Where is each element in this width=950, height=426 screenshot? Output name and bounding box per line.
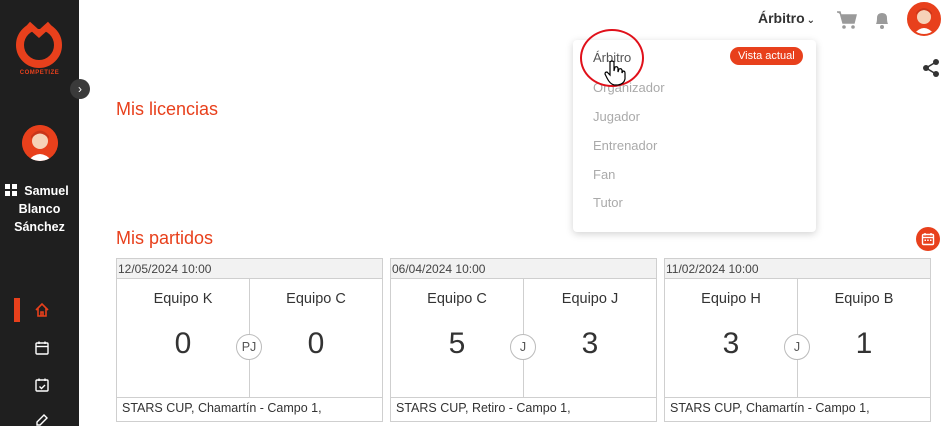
home-team: Equipo K <box>153 291 213 307</box>
role-option-entrenador[interactable]: Entrenador <box>593 138 657 153</box>
role-label: Árbitro <box>758 10 805 26</box>
calendar-view-button[interactable] <box>916 227 940 251</box>
user-name-line2: Blanco <box>18 202 61 216</box>
role-switcher[interactable]: Árbitro ⌄ <box>758 10 815 26</box>
user-avatar[interactable] <box>907 2 941 36</box>
hand-cursor-icon <box>604 60 626 86</box>
match-card[interactable]: 12/05/2024 10:00 Equipo K Equipo C 0 0 P… <box>116 258 383 422</box>
nav-calendar[interactable] <box>30 336 54 360</box>
calendar-icon <box>921 233 935 246</box>
match-date: 06/04/2024 10:00 <box>391 259 656 279</box>
home-score: 0 <box>174 327 192 360</box>
match-status-badge: J <box>784 334 810 360</box>
user-name: Samuel Blanco Sánchez <box>0 182 79 236</box>
match-venue: STARS CUP, Chamartín - Campo 1, <box>665 397 930 421</box>
away-team: Equipo J <box>561 291 619 307</box>
home-score: 5 <box>448 327 466 360</box>
away-score: 1 <box>855 327 873 360</box>
chevron-down-icon: ⌄ <box>806 15 816 26</box>
sidebar-expand-button[interactable]: › <box>70 79 90 99</box>
match-venue: STARS CUP, Retiro - Campo 1, <box>391 397 656 421</box>
share-icon[interactable] <box>921 58 941 78</box>
match-date: 12/05/2024 10:00 <box>117 259 382 279</box>
nav-home[interactable] <box>30 298 54 322</box>
match-status-badge: PJ <box>236 334 262 360</box>
bell-icon[interactable] <box>873 10 891 30</box>
away-score: 3 <box>581 327 599 360</box>
current-view-badge: Vista actual <box>730 47 803 65</box>
home-team: Equipo C <box>427 291 487 307</box>
match-venue: STARS CUP, Chamartín - Campo 1, <box>117 397 382 421</box>
grid-icon[interactable] <box>5 184 17 196</box>
sidebar-avatar[interactable] <box>22 125 58 161</box>
match-date: 11/02/2024 10:00 <box>665 259 930 279</box>
role-option-fan[interactable]: Fan <box>593 167 615 182</box>
home-team: Equipo H <box>701 291 761 307</box>
edit-icon <box>36 414 48 426</box>
cart-icon[interactable] <box>836 10 858 30</box>
role-option-tutor[interactable]: Tutor <box>593 195 623 210</box>
calendar-icon <box>35 341 49 355</box>
home-icon <box>35 302 49 317</box>
role-option-jugador[interactable]: Jugador <box>593 109 640 124</box>
nav-calendar-check[interactable] <box>30 373 54 397</box>
match-card[interactable]: 06/04/2024 10:00 Equipo C Equipo J 5 3 J… <box>390 258 657 422</box>
calendar-check-icon <box>35 378 49 392</box>
away-team: Equipo B <box>834 291 894 307</box>
user-name-line3: Sánchez <box>14 220 65 234</box>
matches-title: Mis partidos <box>116 228 214 248</box>
away-team: Equipo C <box>286 291 346 307</box>
match-card[interactable]: 11/02/2024 10:00 Equipo H Equipo B 3 1 J… <box>664 258 931 422</box>
logo-text: COMPETIZE <box>19 70 60 76</box>
sidebar: COMPETIZE › Samuel Blanco Sánchez <box>0 0 90 426</box>
licenses-title: Mis licencias <box>116 99 219 119</box>
home-score: 3 <box>722 327 740 360</box>
away-score: 0 <box>307 327 325 360</box>
nav-active-indicator <box>14 298 20 322</box>
match-status-badge: J <box>510 334 536 360</box>
competize-logo[interactable] <box>14 18 64 68</box>
nav-edit[interactable] <box>30 408 54 426</box>
